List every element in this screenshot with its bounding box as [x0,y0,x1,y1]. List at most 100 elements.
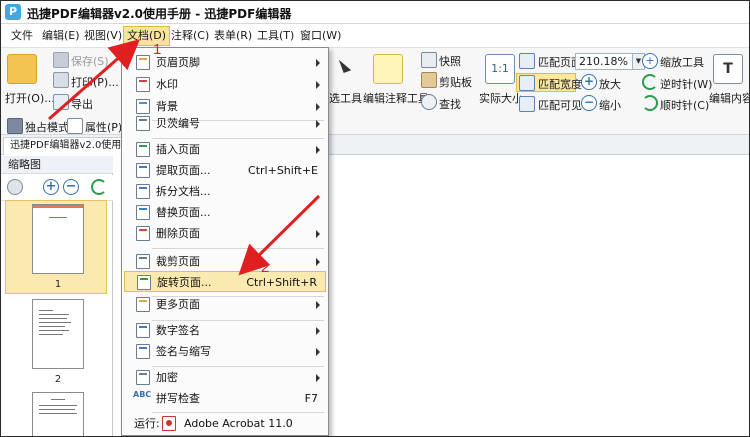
clipboard-icon [421,72,437,88]
zoom-tool-icon: + [642,53,658,69]
properties-icon [67,118,83,134]
fit-width-button[interactable]: 匹配宽度 [538,76,582,92]
menu-window[interactable]: 窗口(W) [297,26,344,46]
zoom-out-icon: − [581,95,597,111]
run-label: 运行: [134,417,160,430]
menu-edit[interactable]: 编辑(E) [39,26,83,46]
export-button-label[interactable]: 导出 [71,96,93,112]
zoom-in-button[interactable]: 放大 [599,76,621,92]
open-button-label[interactable]: 打开(O)... [5,90,55,106]
thumbnail-zoom-in-icon[interactable]: + [43,179,59,195]
thumbnail-toolbar: + − [1,175,113,201]
exclusive-mode-button[interactable]: 独占模式 [25,119,69,135]
menu-item-watermark[interactable]: 水印 [124,74,326,95]
extract-page-icon [136,163,150,178]
menu-item-more-pages[interactable]: 更多页面 [124,294,326,315]
menu-item-sign-initial[interactable]: 签名与缩写 [124,341,326,362]
menu-file[interactable]: 文件 [8,26,36,46]
gear-icon[interactable] [7,179,23,195]
ribbon-toolbar: 打开(O)... 保存(S) 打印(P)... 导出 独占模式 属性(P)...… [1,47,749,135]
sign-initial-icon [136,344,150,359]
menu-comment[interactable]: 注释(C) [168,26,212,46]
run-target-label: Adobe Acrobat 11.0 [184,417,293,430]
folder-open-icon[interactable] [7,54,37,84]
clipboard-button[interactable]: 剪贴板 [439,74,472,90]
menu-item-delete-page[interactable]: 删除页面 [124,223,326,244]
menu-view[interactable]: 视图(V) [81,26,125,46]
encrypt-icon [136,370,150,385]
rotate-counterclockwise-button[interactable]: 逆时针(W) [660,76,712,92]
acrobat-icon [162,416,176,431]
menu-item-bates-number[interactable]: 贝茨编号 [124,113,326,134]
edit-content-button[interactable]: 编辑内容 [709,90,749,106]
menu-separator [152,248,324,249]
print-icon[interactable] [53,72,69,88]
thumbnail-page-2[interactable] [32,299,84,369]
thumbnail-page-1[interactable] [32,204,84,274]
watermark-icon [136,77,150,92]
submenu-arrow-icon [316,81,320,89]
fit-visible-button[interactable]: 匹配可见 [538,97,582,113]
actual-size-button[interactable]: 实际大小 [479,90,523,106]
window-title: 迅捷PDF编辑器v2.0使用手册 - 迅捷PDF编辑器 [27,7,292,21]
menu-item-rotate-page[interactable]: 旋转页面... Ctrl+Shift+R [124,271,326,292]
save-button-label[interactable]: 保存(S) [71,53,109,69]
header-footer-icon [136,55,150,70]
submenu-arrow-icon [316,230,320,238]
actual-size-icon: 1:1 [485,54,515,84]
menu-item-split-document[interactable]: 拆分文档... [124,181,326,202]
menu-item-run-acrobat[interactable]: 运行: Adobe Acrobat 11.0 [124,413,326,434]
zoom-level-input[interactable]: 210.18% [575,53,633,70]
zoom-tool-button[interactable]: 缩放工具 [660,54,704,70]
menu-document[interactable]: 文档(D) [123,26,171,46]
submenu-arrow-icon [316,146,320,154]
save-icon[interactable] [53,52,69,68]
title-bar: P 迅捷PDF编辑器v2.0使用手册 - 迅捷PDF编辑器 [1,1,749,24]
rotate-clockwise-button[interactable]: 顺时针(C) [660,97,709,113]
menu-item-encrypt[interactable]: 加密 [124,367,326,388]
find-button[interactable]: 查找 [439,96,461,112]
menu-form[interactable]: 表单(R) [211,26,255,46]
thumbnail-pane: 缩略图 + − 1 2 [1,156,113,436]
rotate-page-icon [137,275,151,290]
menu-item-insert-page[interactable]: 插入页面 [124,139,326,160]
submenu-arrow-icon [316,258,320,266]
app-logo-icon: P [5,4,21,20]
menu-item-digital-signature[interactable]: 数字签名 [124,320,326,341]
select-tool-button[interactable]: 选工具 [329,90,362,106]
print-button-label[interactable]: 打印(P)... [71,74,119,90]
export-icon[interactable] [53,94,69,110]
app-window: P 迅捷PDF编辑器v2.0使用手册 - 迅捷PDF编辑器 文件 编辑(E) 视… [0,0,750,437]
menu-item-spell-check[interactable]: ABC 拼写检查 F7 [124,388,326,409]
menu-item-replace-page[interactable]: 替换页面... [124,202,326,223]
crown-icon [7,118,23,134]
fit-page-icon [519,53,535,69]
submenu-arrow-icon [316,120,320,128]
cursor-icon [338,57,352,73]
rotate-ccw-icon [642,74,658,90]
submenu-arrow-icon [316,327,320,335]
edit-annotation-tool-button[interactable]: 编辑注释工具 [363,90,429,106]
bates-number-icon [136,116,150,131]
annotation-step-2: 2 [261,259,270,276]
thumbnail-rotate-icon[interactable] [91,179,107,195]
more-pages-icon [136,297,150,312]
document-tab-bar: 迅捷PDF编辑器v2.0使用手册 [1,135,749,155]
document-menu-dropdown: 页眉页脚 水印 背景 贝茨编号 插入页面 提取页面... Ctrl+Shift+… [121,47,329,436]
menu-item-crop-page[interactable]: 裁剪页面 [124,251,326,272]
thumbnail-page-3[interactable] [32,392,84,436]
annotation-step-1: 1 [153,41,162,58]
fit-visible-icon [519,96,535,112]
fit-width-icon [519,75,535,91]
camera-icon [421,52,437,68]
zoom-out-button[interactable]: 缩小 [599,97,621,113]
menu-tools[interactable]: 工具(T) [254,26,297,46]
rotate-cw-icon [642,95,658,111]
thumbnail-page-number-2: 2 [54,374,62,385]
replace-page-icon [136,205,150,220]
snapshot-button[interactable]: 快照 [439,53,461,69]
menu-item-extract-page[interactable]: 提取页面... Ctrl+Shift+E [124,160,326,181]
submenu-arrow-icon [316,301,320,309]
digital-signature-icon [136,323,150,338]
thumbnail-zoom-out-icon[interactable]: − [63,179,79,195]
